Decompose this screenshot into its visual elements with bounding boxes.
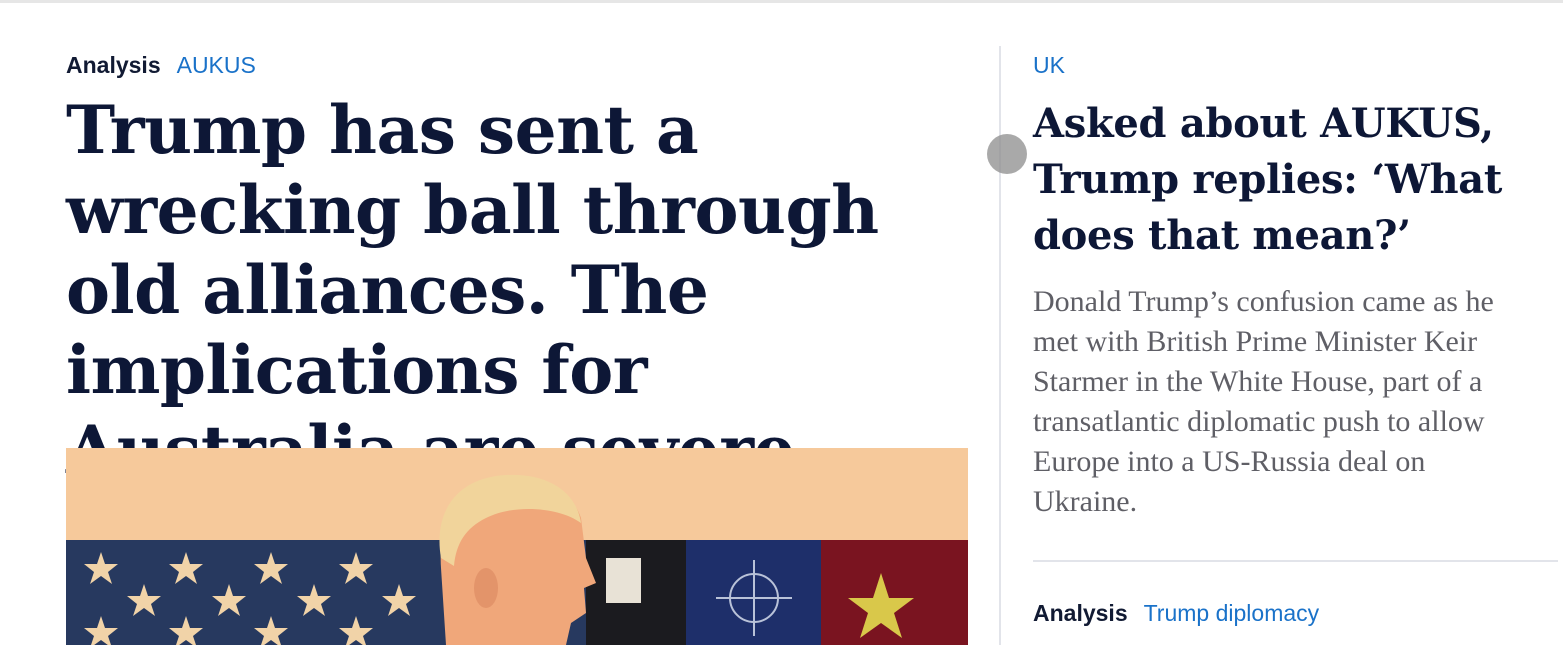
side-headline-link[interactable]: Asked about AUKUS, Trump replies: ‘What … — [1033, 96, 1533, 264]
main-kicker-label: Analysis — [66, 52, 161, 78]
next-story-kicker: Analysis Trump diplomacy — [1033, 598, 1319, 628]
touch-cursor-indicator — [987, 134, 1027, 174]
side-standfirst: Donald Trump’s confusion came as he met … — [1033, 285, 1494, 518]
next-kicker-topic-link[interactable]: Trump diplomacy — [1144, 598, 1320, 628]
main-headline-link[interactable]: Trump has sent a wrecking ball through o… — [66, 90, 968, 490]
trump-illustration — [66, 448, 968, 645]
main-kicker-topic-link[interactable]: AUKUS — [177, 50, 256, 80]
main-story: Analysis AUKUS Trump has sent a wrecking… — [66, 50, 968, 490]
side-story: UK Asked about AUKUS, Trump replies: ‘Wh… — [1033, 50, 1533, 522]
main-story-image[interactable] — [66, 448, 968, 645]
side-kicker-topic-link[interactable]: UK — [1033, 50, 1533, 80]
side-divider — [1033, 560, 1558, 562]
top-divider — [0, 0, 1563, 3]
main-kicker: Analysis AUKUS — [66, 50, 968, 80]
next-kicker-label: Analysis — [1033, 600, 1128, 626]
